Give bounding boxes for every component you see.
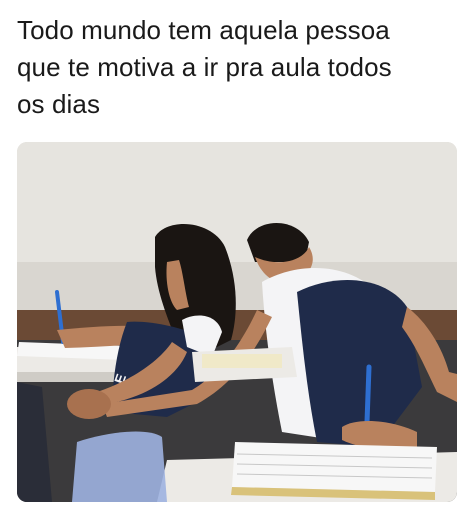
blue-chair: [72, 431, 167, 502]
middle-notebook: [202, 354, 282, 368]
held-hands: [67, 389, 111, 419]
caption-text: Todo mundo tem aquela pessoa que te moti…: [17, 15, 392, 119]
classroom-photo-illustration: E: [17, 142, 457, 502]
right-pen: [364, 364, 372, 425]
meme-post: Todo mundo tem aquela pessoa que te moti…: [0, 0, 474, 516]
classroom-photo: E: [17, 142, 457, 502]
